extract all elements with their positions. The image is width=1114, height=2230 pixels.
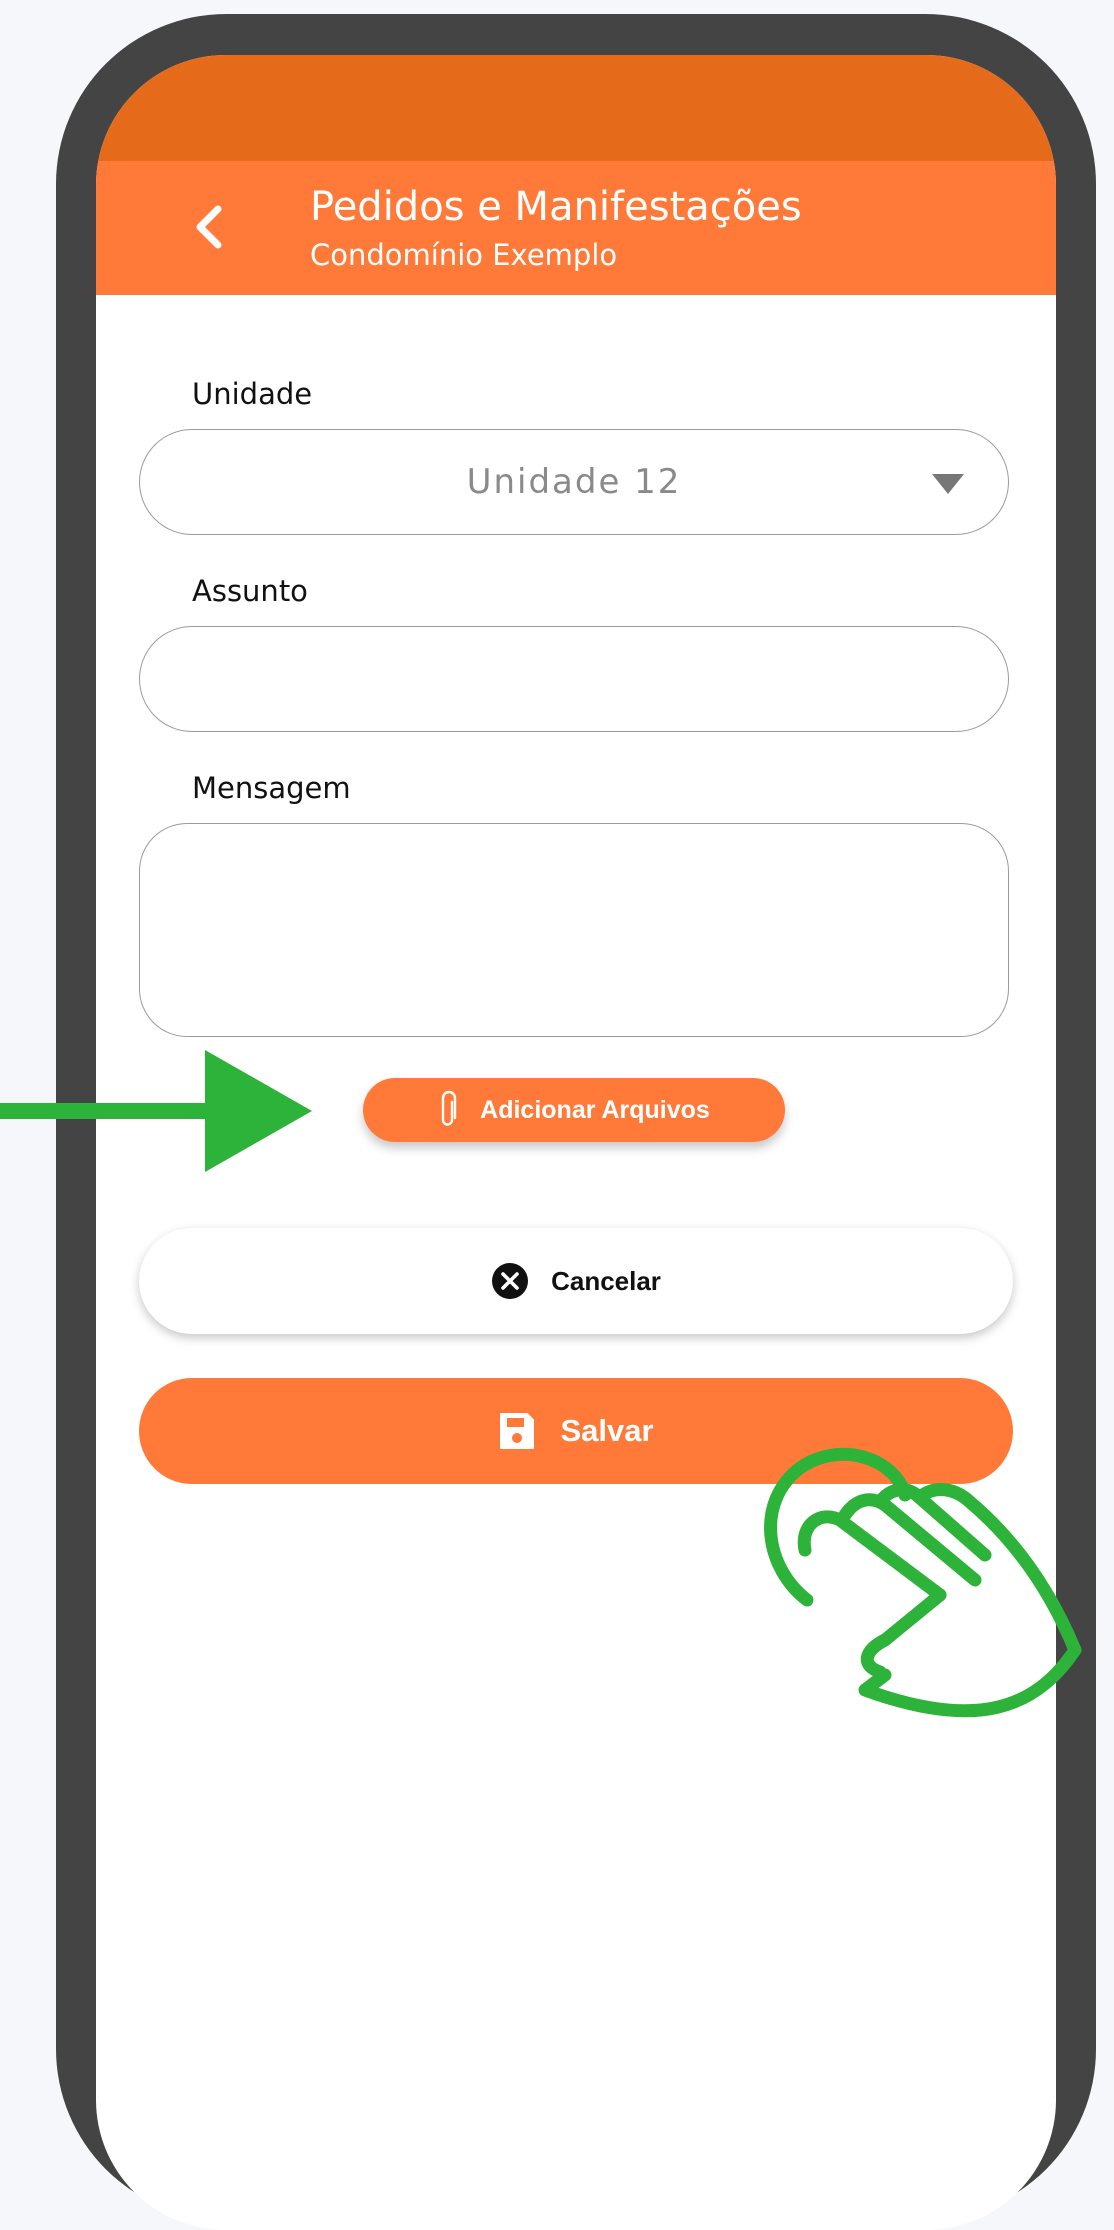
subject-label: Assunto (192, 574, 308, 608)
app-bar: Pedidos e Manifestações Condomínio Exemp… (96, 161, 1056, 295)
close-circle-icon (492, 1263, 529, 1299)
unit-select[interactable]: Unidade 12 (139, 429, 1009, 535)
chevron-left-icon (196, 205, 222, 249)
save-label: Salvar (560, 1413, 654, 1448)
arrow-right-icon (0, 1050, 312, 1172)
floppy-disk-icon (500, 1413, 535, 1449)
tap-hand-icon (764, 1447, 1082, 1718)
paperclip-icon (441, 1090, 457, 1126)
message-textarea[interactable] (139, 823, 1009, 1037)
unit-select-value: Unidade 12 (466, 462, 682, 502)
cancel-button[interactable]: Cancelar (139, 1228, 1013, 1334)
add-files-button[interactable]: Adicionar Arquivos (363, 1078, 785, 1142)
subject-input[interactable] (139, 626, 1009, 732)
page-subtitle: Condomínio Exemplo (310, 238, 618, 272)
back-button[interactable] (184, 201, 232, 253)
page-title: Pedidos e Manifestações (310, 184, 802, 230)
cancel-label: Cancelar (551, 1265, 661, 1296)
add-files-label: Adicionar Arquivos (480, 1095, 710, 1124)
message-label: Mensagem (192, 771, 351, 805)
status-bar (96, 55, 1056, 163)
unit-label: Unidade (192, 377, 313, 411)
caret-down-icon (932, 474, 964, 494)
